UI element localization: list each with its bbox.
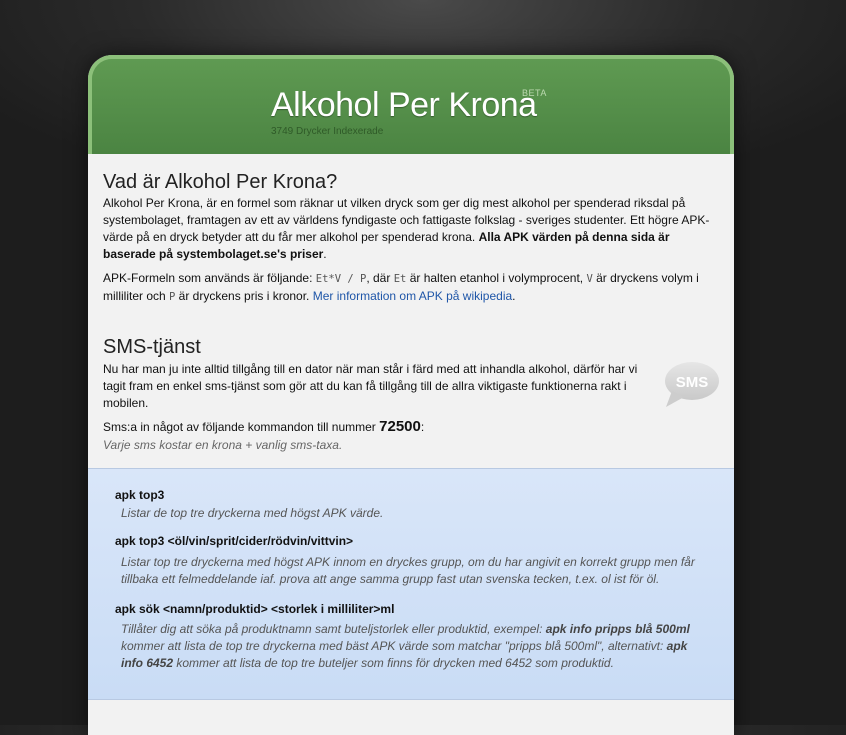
page-container: Alkohol Per Krona BETA 3749 Drycker Inde… — [88, 55, 734, 735]
command-name: apk top3 <öl/vin/sprit/cider/rödvin/vitt… — [115, 534, 354, 548]
formula-text-b: , där — [366, 271, 394, 285]
drinks-indexed-count: 3749 Drycker Indexerade — [271, 126, 384, 137]
sms-intro: Nu har man ju inte alltid tillgång till … — [103, 362, 638, 410]
sms-heading: SMS-tjänst — [103, 336, 201, 358]
about-end: . — [323, 247, 327, 261]
sms-commands-panel: apk top3 Listar de top tre dryckerna med… — [88, 468, 734, 700]
sms-cost-note: Varje sms kostar en krona + vanlig sms-t… — [103, 438, 343, 452]
command-desc-text: Tillåter dig att söka på produktnamn sam… — [121, 622, 546, 636]
sms-number-text: Sms:a in något av följande kommandon til… — [103, 420, 380, 434]
command-name: apk top3 — [115, 488, 165, 502]
command-desc-text: kommer att lista de top tre buteljer som… — [173, 656, 614, 670]
sms-number-colon: : — [420, 420, 425, 434]
code-et: Et — [393, 273, 407, 285]
site-title[interactable]: Alkohol Per Krona — [271, 85, 537, 125]
about-paragraph: Alkohol Per Krona, är en formel som räkn… — [103, 195, 719, 263]
sms-bubble-text: SMS — [676, 374, 709, 391]
wikipedia-link[interactable]: Mer information om APK på wikipedia — [313, 289, 512, 303]
site-header: Alkohol Per Krona BETA 3749 Drycker Inde… — [88, 55, 734, 154]
command-name: apk sök <namn/produktid> <storlek i mill… — [115, 602, 395, 616]
beta-label: BETA — [522, 88, 547, 98]
command-description: Listar top tre dryckerna med högst APK i… — [121, 555, 695, 586]
formula-paragraph: APK-Formeln som används är följande: Et*… — [103, 270, 719, 306]
about-heading: Vad är Alkohol Per Krona? — [103, 171, 338, 193]
formula-text-e: är dryckens pris i kronor. — [175, 289, 313, 303]
command-description: Tillåter dig att söka på produktnamn sam… — [121, 621, 711, 672]
formula-text-a: APK-Formeln som används är följande: — [103, 271, 316, 285]
sms-number-paragraph: Sms:a in något av följande kommandon til… — [103, 418, 719, 436]
sms-bubble-icon: SMS — [665, 362, 719, 407]
sms-number: 72500 — [379, 418, 421, 435]
formula-end: . — [512, 289, 516, 303]
formula-code: Et*V / P — [315, 273, 367, 285]
formula-text-c: är halten etanhol i volymprocent, — [406, 271, 587, 285]
command-example: apk info pripps blå 500ml — [545, 622, 690, 636]
command-desc-text: kommer att lista de top tre dryckerna me… — [121, 639, 667, 653]
command-description: Listar de top tre dryckerna med högst AP… — [121, 506, 384, 520]
